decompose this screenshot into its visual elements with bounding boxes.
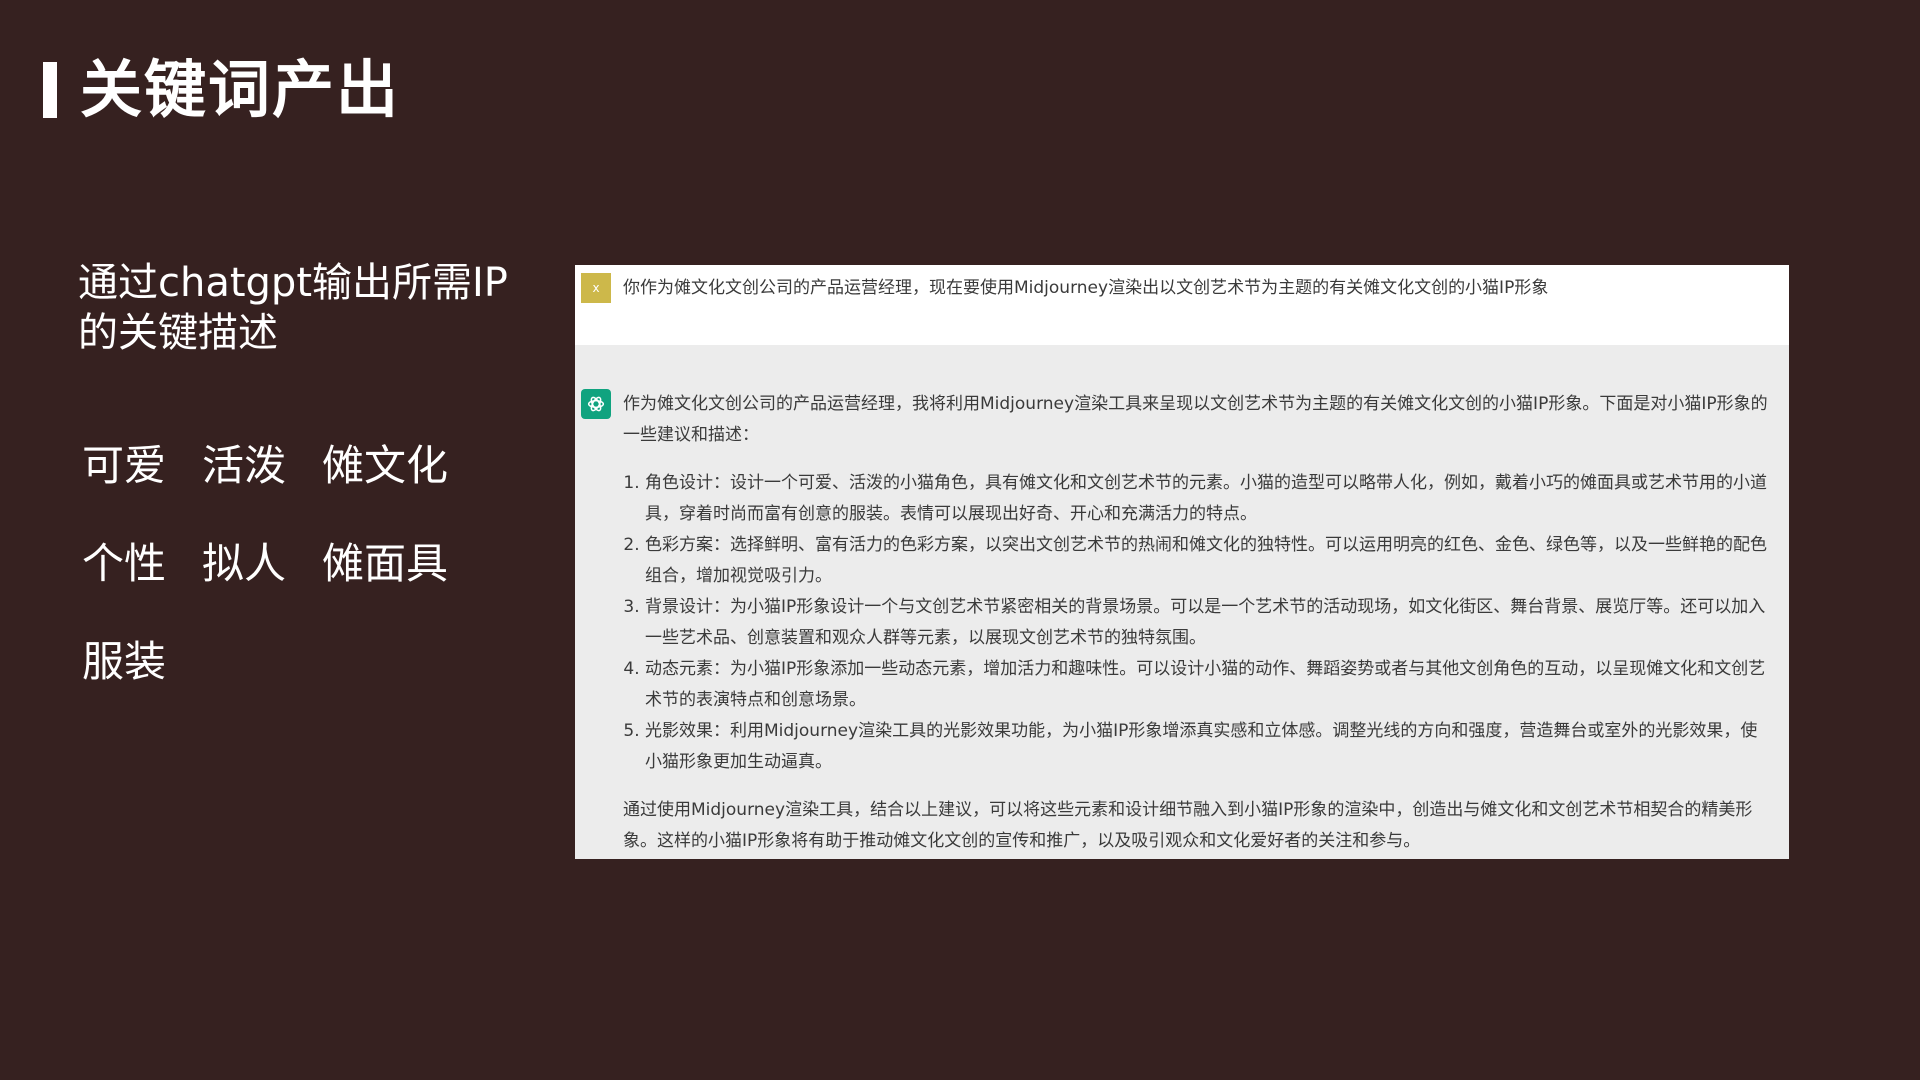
user-message: 你作为傩文化文创公司的产品运营经理，现在要使用Midjourney渲染出以文创艺… [623,278,1549,298]
keyword-list: 可爱 活泼 傩文化 个性 拟人 傩面具 服装 [82,438,502,690]
suggestion-list: 角色设计：设计一个可爱、活泼的小猫角色，具有傩文化和文创艺术节的元素。小猫的造型… [623,468,1768,778]
keyword-item: 个性 [82,539,167,588]
slide-title: 关键词产出 [80,53,401,126]
keyword-item: 可爱 [82,441,167,490]
suggestion-item: 角色设计：设计一个可爱、活泼的小猫角色，具有傩文化和文创艺术节的元素。小猫的造型… [645,468,1768,530]
assistant-intro: 作为傩文化文创公司的产品运营经理，我将利用Midjourney渲染工具来呈现以文… [623,394,1768,445]
keyword-item: 傩文化 [322,441,449,490]
suggestion-item: 动态元素：为小猫IP形象添加一些动态元素，增加活力和趣味性。可以设计小猫的动作、… [645,654,1768,716]
openai-logo-icon [581,389,611,419]
assistant-outro: 通过使用Midjourney渲染工具，结合以上建议，可以将这些元素和设计细节融入… [623,800,1753,851]
chat-screenshot: x 你作为傩文化文创公司的产品运营经理，现在要使用Midjourney渲染出以文… [575,265,1789,859]
openai-logo-icon-svg [587,396,605,412]
keyword-item: 傩面具 [322,539,449,588]
suggestion-item: 色彩方案：选择鲜明、富有活力的色彩方案，以突出文创艺术节的热闹和傩文化的独特性。… [645,530,1768,592]
subtitle: 通过chatgpt输出所需IP的关键描述 [78,260,508,356]
keyword-item: 活泼 [202,441,287,490]
keyword-item: 拟人 [202,539,287,588]
title-accent-bar [43,62,57,118]
assistant-message: 作为傩文化文创公司的产品运营经理，我将利用Midjourney渲染工具来呈现以文… [623,389,1768,857]
keyword-item: 服装 [82,637,167,686]
user-message-row: x 你作为傩文化文创公司的产品运营经理，现在要使用Midjourney渲染出以文… [575,265,1789,345]
suggestion-item: 背景设计：为小猫IP形象设计一个与文创艺术节紧密相关的背景场景。可以是一个艺术节… [645,592,1768,654]
suggestion-item: 光影效果：利用Midjourney渲染工具的光影效果功能，为小猫IP形象增添真实… [645,716,1768,778]
user-avatar: x [581,273,611,303]
